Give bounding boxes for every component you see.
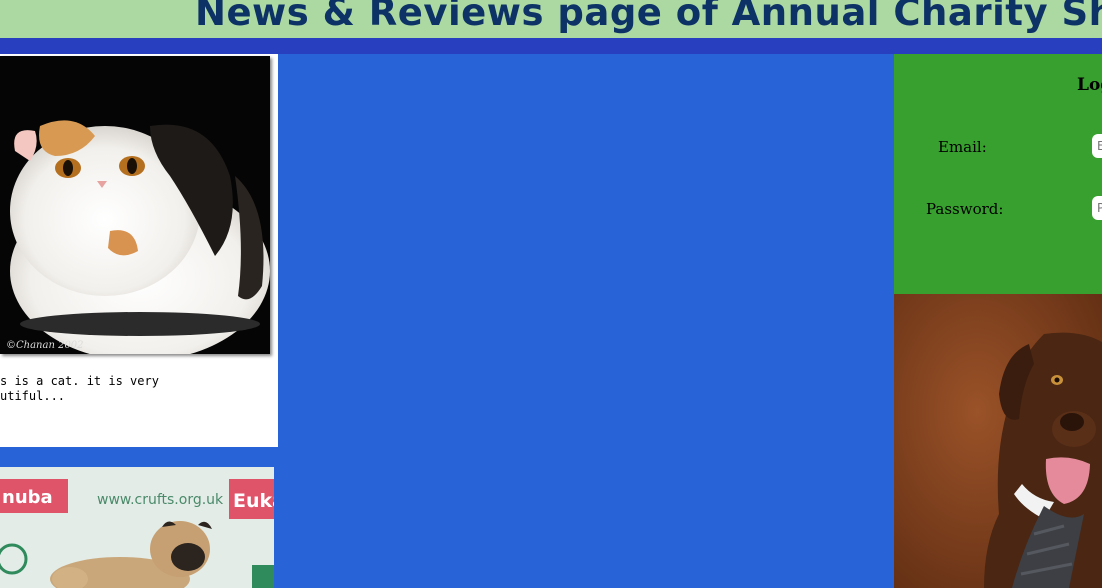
cat-photo: ©Chanan 2002	[0, 56, 270, 354]
cat-image: ©Chanan 2002	[0, 56, 270, 354]
password-input[interactable]	[1092, 196, 1102, 220]
pug-image: nuba www.crufts.org.uk Euka	[0, 467, 274, 588]
dog-image	[894, 294, 1102, 588]
article-card: nuba www.crufts.org.uk Euka	[0, 467, 274, 588]
banner-text-euka: Euka	[233, 490, 274, 512]
photo-watermark: ©Chanan 2002	[6, 340, 84, 351]
page-title: News & Reviews page of Annual Charity Sh…	[195, 0, 1102, 34]
pug-photo: nuba www.crufts.org.uk Euka	[0, 467, 274, 588]
header-divider-bar	[0, 38, 1102, 54]
article-caption: s is a cat. it is very utiful...	[0, 374, 159, 403]
banner-text-eukanuba: nuba	[2, 487, 53, 508]
login-panel: Log Email: Password:	[894, 54, 1102, 294]
password-label: Password:	[926, 200, 1004, 218]
page-header: News & Reviews page of Annual Charity Sh…	[0, 0, 1102, 38]
email-label: Email:	[938, 138, 987, 156]
email-input[interactable]	[1092, 134, 1102, 158]
banner-text-url: www.crufts.org.uk	[97, 492, 224, 508]
article-card: ©Chanan 2002 s is a cat. it is very utif…	[0, 54, 278, 447]
dog-photo	[894, 294, 1102, 588]
page: News & Reviews page of Annual Charity Sh…	[0, 0, 1102, 588]
login-title: Log	[1077, 75, 1102, 95]
